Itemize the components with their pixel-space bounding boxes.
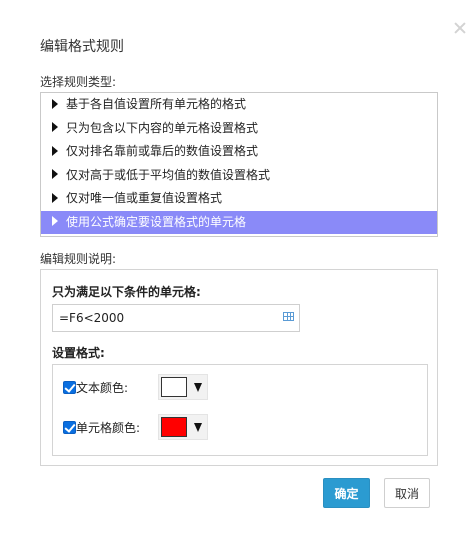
cancel-button[interactable]: 取消 <box>384 478 430 508</box>
rule-item-label: 基于各自值设置所有单元格的格式 <box>66 97 247 111</box>
rule-item-above-below-average[interactable]: 仅对高于或低于平均值的数值设置格式 <box>41 164 437 188</box>
rule-item-label: 只为包含以下内容的单元格设置格式 <box>66 120 259 135</box>
cell-color-picker[interactable] <box>158 414 208 440</box>
cell-color-swatch <box>161 417 187 437</box>
rule-item-label: 使用公式确定要设置格式的单元格 <box>66 214 247 229</box>
triangle-right-icon <box>52 98 58 109</box>
text-color-label: 文本颜色: <box>76 381 129 395</box>
text-color-swatch <box>161 377 187 397</box>
rule-item-label: 仅对排名靠前或靠后的数值设置格式 <box>66 144 259 158</box>
rule-item-label: 仅对唯一值或重复值设置格式 <box>66 191 223 205</box>
rule-type-list: 基于各自值设置所有单元格的格式 只为包含以下内容的单元格设置格式 仅对排名靠前或… <box>40 92 438 237</box>
rule-item-top-bottom[interactable]: 仅对排名靠前或靠后的数值设置格式 <box>41 140 437 164</box>
ok-button[interactable]: 确定 <box>323 478 370 508</box>
triangle-right-icon <box>52 145 58 156</box>
rule-type-label: 选择规则类型: <box>40 75 117 89</box>
close-icon[interactable] <box>454 22 466 34</box>
text-color-picker[interactable] <box>158 374 208 400</box>
rule-item-contains[interactable]: 只为包含以下内容的单元格设置格式 <box>41 117 437 141</box>
triangle-right-icon <box>52 122 58 132</box>
dialog-title: 编辑格式规则 <box>40 39 124 55</box>
format-options-panel <box>52 364 428 456</box>
rule-item-label: 仅对高于或低于平均值的数值设置格式 <box>66 167 271 182</box>
rule-item-use-formula[interactable]: 使用公式确定要设置格式的单元格 <box>41 210 437 234</box>
format-label: 设置格式: <box>52 346 105 360</box>
triangle-right-icon <box>52 169 58 179</box>
caret-down-icon <box>194 423 202 432</box>
cell-color-checkbox[interactable] <box>63 421 76 434</box>
triangle-right-icon <box>52 216 58 226</box>
rule-item-each-value[interactable]: 基于各自值设置所有单元格的格式 <box>41 93 437 117</box>
formula-input[interactable] <box>52 304 300 332</box>
rule-description-label: 编辑规则说明: <box>40 252 117 266</box>
condition-label: 只为满足以下条件的单元格: <box>52 285 201 299</box>
caret-down-icon <box>194 383 202 392</box>
text-color-checkbox[interactable] <box>63 381 76 394</box>
triangle-right-icon <box>52 192 58 203</box>
cell-color-label: 单元格颜色: <box>76 421 141 435</box>
rule-item-unique-duplicate[interactable]: 仅对唯一值或重复值设置格式 <box>41 187 437 211</box>
range-select-icon[interactable] <box>283 312 294 321</box>
